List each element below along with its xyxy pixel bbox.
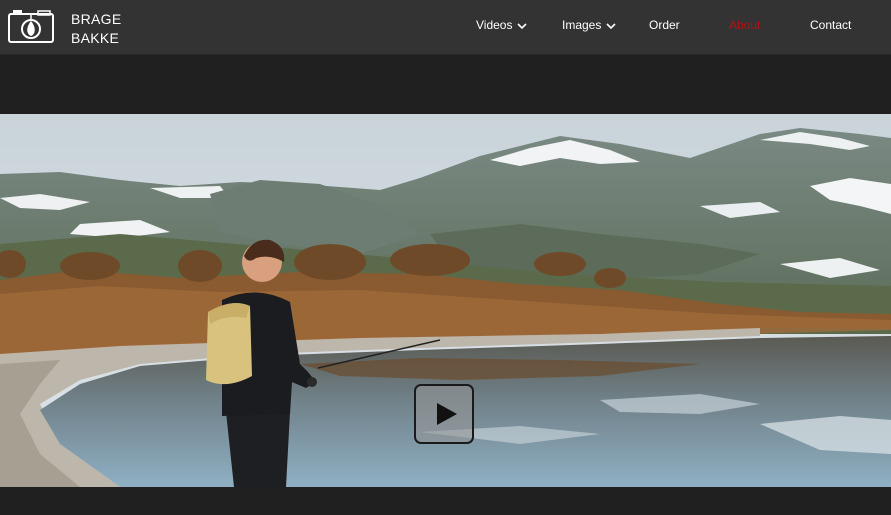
hero-video[interactable] [0,114,891,487]
play-button[interactable] [414,384,474,444]
nav-about-label: About [729,18,761,32]
brand-name[interactable]: BRAGE BAKKE [71,10,122,48]
chevron-down-icon [606,23,616,29]
brand-line-1: BRAGE [71,11,122,27]
chevron-down-icon [517,23,528,29]
nav-order-label: Order [649,18,680,32]
header-spacer [0,55,891,114]
camera-icon[interactable] [8,9,54,43]
nav-order[interactable]: Order [649,18,680,32]
play-icon [437,403,457,425]
nav-videos[interactable]: Videos [476,18,528,32]
nav-contact-label: Contact [810,18,852,32]
navbar: BRAGE BAKKE Videos Images Order About Co… [0,0,891,55]
nav-videos-label: Videos [476,18,513,32]
brand-line-2: BAKKE [71,30,120,46]
nav-about[interactable]: About [729,18,760,32]
nav-images-label: Images [562,18,602,32]
nav-contact[interactable]: Contact [810,18,851,32]
page-bottom [0,487,891,515]
nav-images[interactable]: Images [562,18,616,32]
